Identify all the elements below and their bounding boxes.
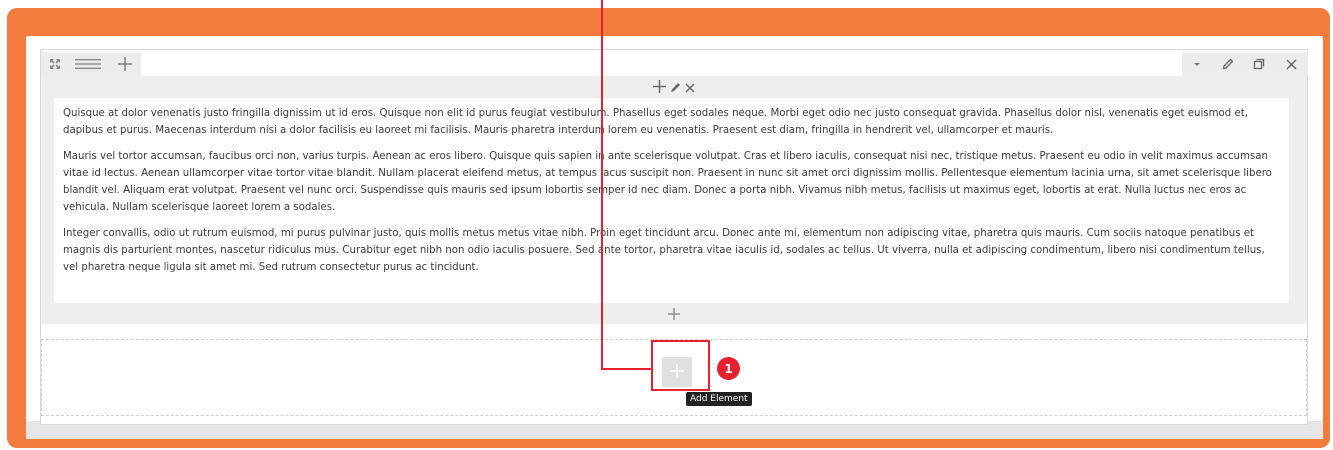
expand-row-button[interactable] [41,52,68,76]
menu-lines-icon [75,59,101,69]
add-element-tooltip: Add Element [686,392,752,406]
edit-row-button[interactable] [1212,52,1243,76]
delete-row-button[interactable] [1275,52,1308,76]
text-paragraph: Mauris vel tortor accumsan, faucibus orc… [63,151,1272,213]
row-layout-button[interactable] [68,52,108,76]
row-toolbar [41,50,1308,76]
callout-line [601,368,653,370]
add-column-button[interactable] [108,52,141,76]
text-element[interactable]: Quisque at dolor venenatis justo fringil… [54,98,1289,303]
plus-icon [117,57,132,71]
column-add-button[interactable] [41,304,1307,324]
builder-column: Quisque at dolor venenatis justo fringil… [41,76,1307,324]
callout-highlight-box [651,340,710,391]
plus-icon [668,305,680,324]
plus-icon[interactable] [653,78,666,97]
row-dropdown-button[interactable] [1182,52,1212,76]
expand-icon [49,58,61,70]
callout-number-badge: 1 [717,357,740,380]
pencil-icon [1222,58,1234,70]
pencil-icon[interactable] [670,78,681,97]
callout-line [601,0,603,370]
duplicate-row-button[interactable] [1243,52,1275,76]
column-controls [41,76,1307,98]
close-icon[interactable] [685,78,695,97]
chevron-down-icon [1193,62,1201,67]
text-paragraph: Integer convallis, odio ut rutrum euismo… [63,228,1265,273]
copy-icon [1253,58,1265,70]
text-paragraph: Quisque at dolor venenatis justo fringil… [63,108,1248,136]
close-icon [1286,59,1297,70]
